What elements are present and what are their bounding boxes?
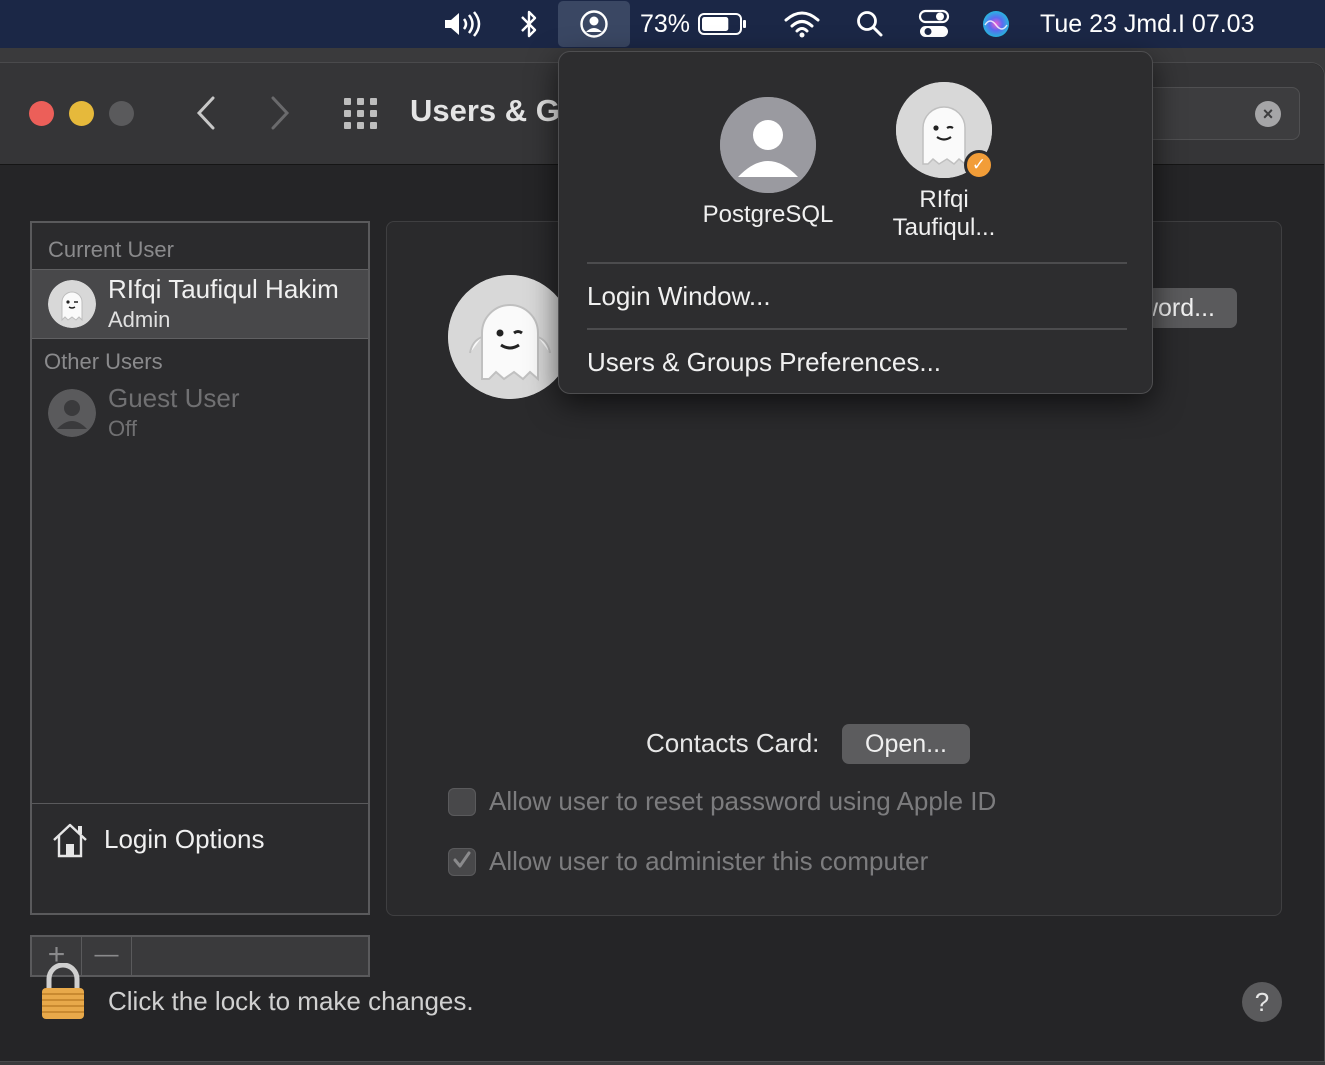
house-icon: [53, 823, 87, 858]
battery-icon[interactable]: [696, 0, 750, 48]
administer-label: Allow user to administer this computer: [489, 846, 929, 876]
rifqi-user-name-line2: Taufiqul...: [892, 214, 996, 241]
menu-separator: [587, 262, 1127, 264]
clear-search-icon[interactable]: ×: [1255, 101, 1281, 127]
search-icon[interactable]: [852, 0, 888, 48]
zoom-window-button[interactable]: [109, 101, 134, 126]
ghost-avatar-large-icon[interactable]: [448, 275, 572, 399]
guest-user-status: Off: [108, 416, 137, 441]
battery-percent: 73%: [640, 0, 690, 48]
generic-user-avatar-icon: [48, 389, 96, 437]
menu-separator: [587, 328, 1127, 330]
rifqi-user-name-line1: RIfqi: [919, 186, 969, 213]
other-users-header: Other Users: [44, 349, 163, 374]
rifqi-user-name: RIfqi Taufiqul...: [859, 186, 1029, 242]
fast-user-switching-menu: PostgreSQL ✓ RIfqi Taufiqul... Login Win…: [558, 51, 1153, 394]
change-password-button[interactable]: Change Password...: [1147, 288, 1237, 328]
search-field[interactable]: ×: [1140, 87, 1300, 140]
reset-password-checkbox[interactable]: [448, 788, 476, 816]
login-options-item[interactable]: Login Options: [32, 803, 368, 873]
current-user-name: RIfqi Taufiqul Hakim: [108, 274, 339, 304]
lock-message: Click the lock to make changes.: [108, 986, 474, 1016]
generic-user-avatar-icon: [720, 97, 816, 193]
menubar-clock[interactable]: Tue 23 Jmd.I 07.03: [1040, 0, 1300, 48]
ghost-avatar-icon: ✓: [896, 82, 994, 180]
reset-password-label: Allow user to reset password using Apple…: [489, 786, 997, 816]
minimize-window-button[interactable]: [69, 101, 94, 126]
current-user-header: Current User: [48, 237, 174, 262]
back-arrow-icon[interactable]: [192, 93, 220, 133]
window-title: Users & Groups: [410, 93, 560, 128]
show-all-grid-icon[interactable]: [342, 96, 380, 130]
control-center-icon[interactable]: [914, 0, 954, 48]
change-password-label: Change Password...: [1147, 294, 1215, 322]
login-window-menu-item[interactable]: Login Window...: [587, 276, 1127, 316]
volume-icon[interactable]: [440, 0, 484, 48]
user-switch-icon[interactable]: [558, 1, 630, 47]
administer-checkbox[interactable]: [448, 848, 476, 876]
remove-user-button[interactable]: —: [82, 937, 132, 975]
login-options-label: Login Options: [104, 824, 265, 854]
contacts-card-label: Contacts Card:: [646, 728, 820, 758]
sidebar-item-current-user[interactable]: RIfqi Taufiqul Hakim Admin: [32, 269, 368, 339]
users-sidebar: Current User RIfqi Taufiqul Hakim Admin …: [30, 221, 370, 915]
guest-user-name: Guest User: [108, 383, 240, 413]
switch-user-rifqi[interactable]: ✓ RIfqi Taufiqul...: [859, 82, 1029, 242]
open-contacts-card-button[interactable]: Open...: [842, 724, 970, 764]
siri-icon[interactable]: [978, 0, 1014, 48]
bluetooth-icon[interactable]: [512, 0, 546, 48]
users-groups-preferences-menu-item[interactable]: Users & Groups Preferences...: [587, 342, 1127, 382]
battery-percent-text: 73%: [639, 9, 691, 38]
menu-bar: 73% Tue 23 Jmd.I 07.03: [0, 0, 1325, 48]
close-window-button[interactable]: [29, 101, 54, 126]
help-button[interactable]: ?: [1242, 982, 1282, 1022]
switch-user-postgresql[interactable]: PostgreSQL: [683, 82, 853, 229]
current-user-role: Admin: [108, 307, 171, 332]
lock-icon[interactable]: [38, 962, 88, 1023]
wifi-icon[interactable]: [782, 0, 822, 48]
forward-arrow-icon[interactable]: [266, 93, 294, 133]
checkmark-icon: [453, 851, 471, 868]
ghost-avatar-icon: [48, 280, 96, 328]
active-user-check-icon: ✓: [964, 150, 994, 180]
postgresql-user-name: PostgreSQL: [702, 201, 834, 228]
sidebar-item-guest-user[interactable]: Guest User Off: [32, 379, 368, 449]
